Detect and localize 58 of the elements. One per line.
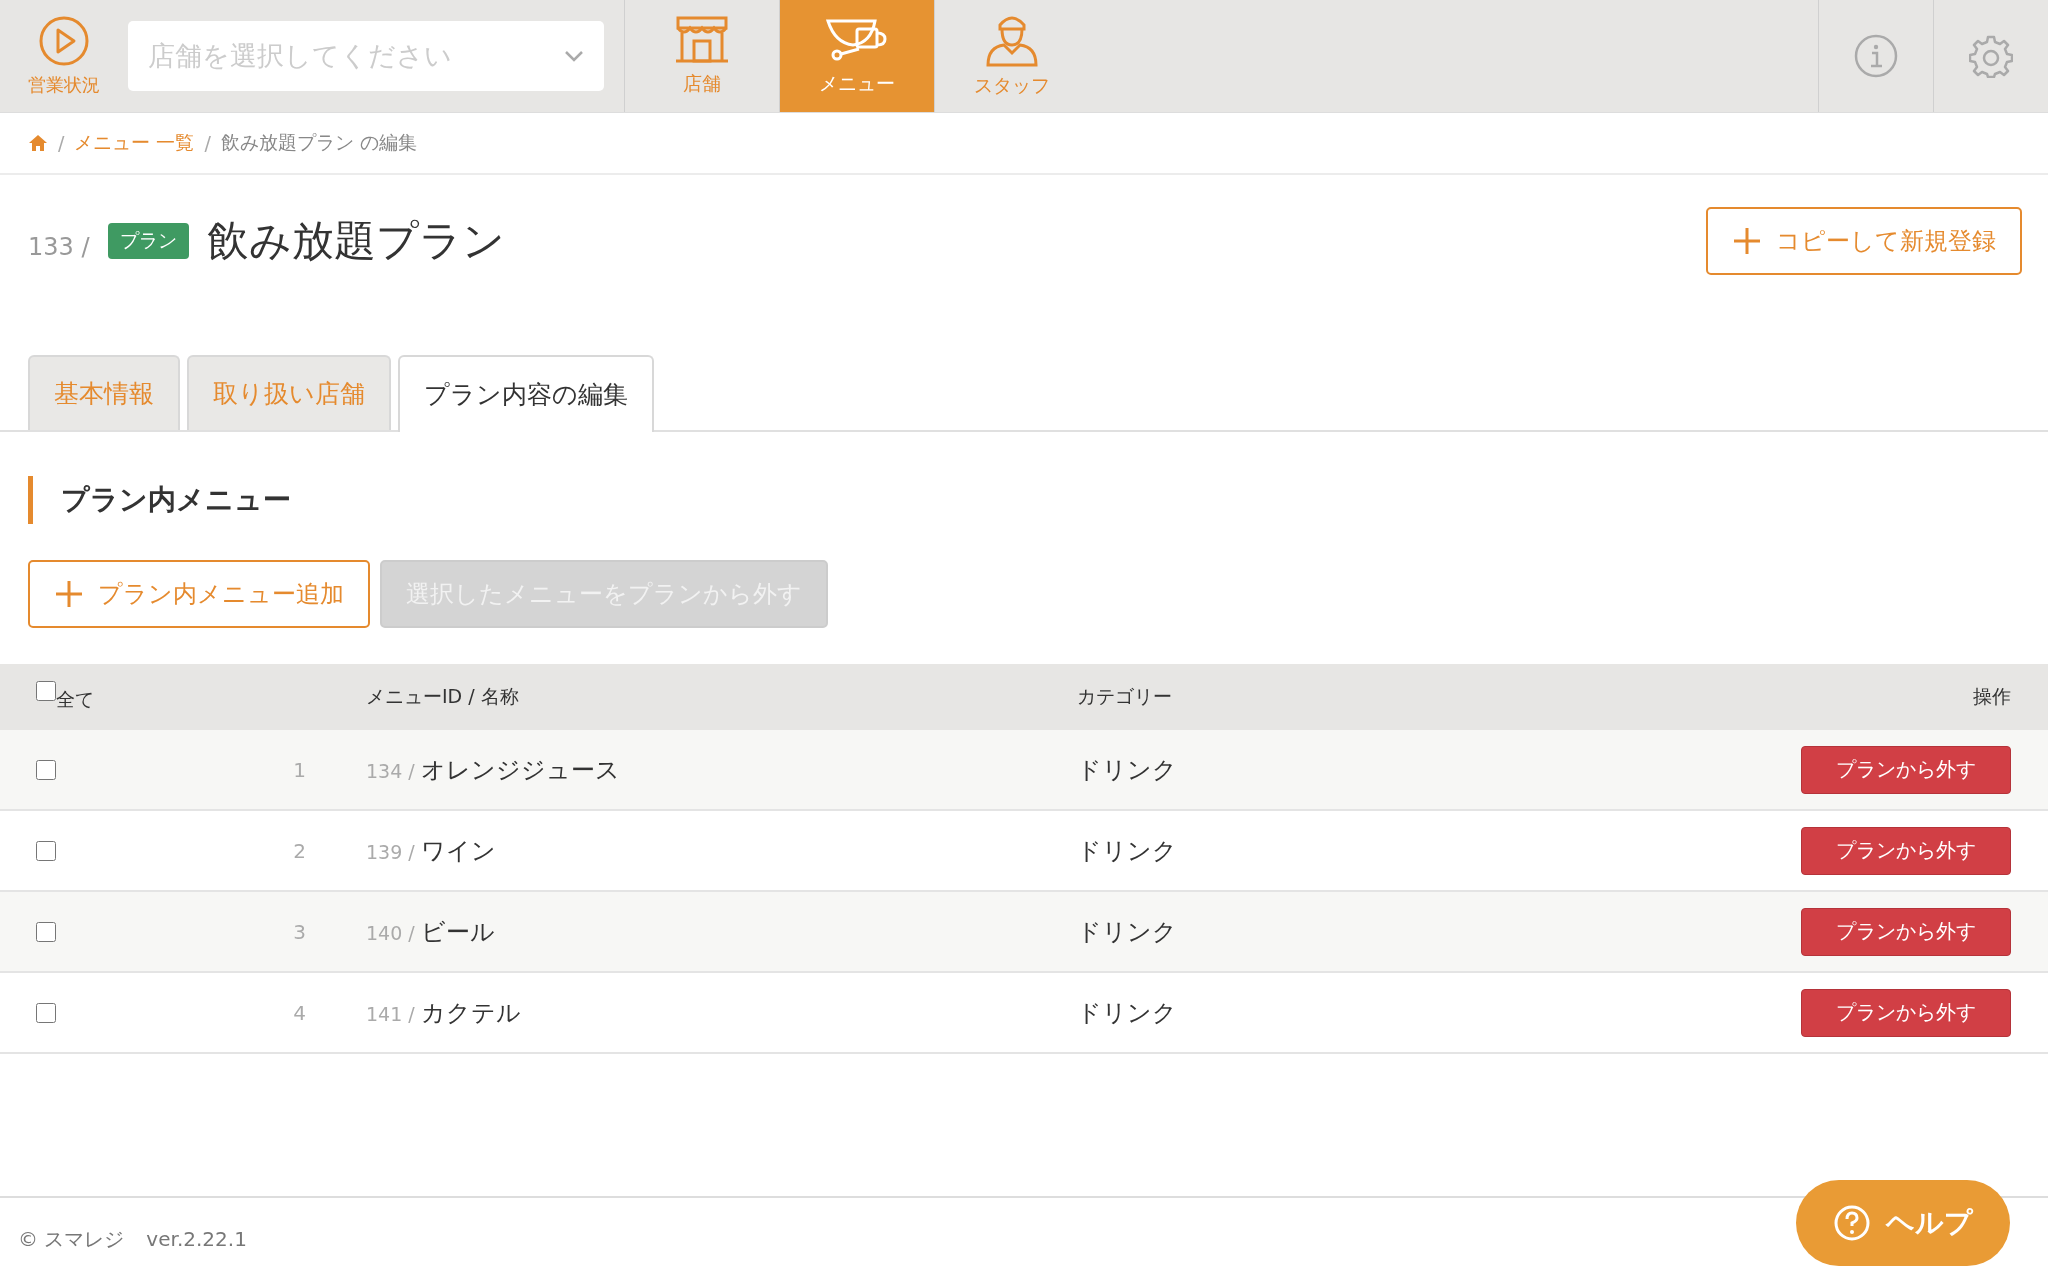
- tab[interactable]: 取り扱い店舗: [187, 355, 391, 430]
- section-title: プラン内メニュー: [28, 476, 2020, 524]
- menu-id: 141 /: [366, 1002, 415, 1025]
- copyright-text: © スマレジ: [18, 1225, 125, 1253]
- nav-tab[interactable]: 店舗: [624, 0, 779, 112]
- help-button[interactable]: ヘルプ: [1796, 1180, 2010, 1266]
- column-header: カテゴリー: [1077, 685, 1172, 707]
- version-text: ver.2.22.1: [146, 1227, 247, 1251]
- breadcrumb-current: 飲み放題プラン の編集: [220, 130, 417, 155]
- plus-icon: [54, 579, 84, 609]
- row-number: 1: [293, 757, 306, 782]
- remove-from-plan-button[interactable]: プランから外す: [1801, 745, 2011, 794]
- add-menu-button[interactable]: プラン内メニュー追加: [28, 560, 370, 628]
- nav-tab[interactable]: メニュー: [779, 0, 934, 112]
- nav-tab[interactable]: スタッフ: [934, 0, 1089, 112]
- breadcrumb-link[interactable]: メニュー 一覧: [74, 130, 195, 156]
- column-header: メニューID / 名称: [366, 684, 519, 709]
- home-icon[interactable]: [28, 134, 48, 152]
- chevron-down-icon: [564, 50, 584, 62]
- tab[interactable]: プラン内容の編集: [398, 355, 654, 432]
- storefront-icon: [674, 15, 730, 65]
- remove-from-plan-button[interactable]: プランから外す: [1801, 988, 2011, 1037]
- breadcrumb-separator: /: [204, 132, 211, 154]
- menu-name: ワイン: [420, 835, 496, 867]
- row-number: 2: [293, 838, 306, 863]
- row-number: 3: [293, 919, 306, 944]
- column-header: 操作: [1973, 685, 2011, 707]
- tab[interactable]: 基本情報: [28, 355, 180, 430]
- question-circle-icon: [1833, 1205, 1870, 1241]
- select-all-checkbox[interactable]: [36, 681, 56, 701]
- row-checkbox[interactable]: [36, 759, 56, 780]
- menu-id: 140 /: [366, 921, 415, 944]
- row-checkbox[interactable]: [36, 1002, 56, 1023]
- menu-name: オレンジジュース: [420, 754, 620, 786]
- play-circle-icon: [38, 15, 90, 67]
- menu-id: 134 /: [366, 759, 415, 782]
- type-badge: プラン: [107, 223, 189, 259]
- select-all-label: 全て: [56, 687, 94, 712]
- remove-from-plan-button[interactable]: プランから外す: [1801, 826, 2011, 875]
- menu-name: ビール: [420, 916, 495, 948]
- remove-from-plan-button[interactable]: プランから外す: [1801, 907, 2011, 956]
- copy-button[interactable]: コピーして新規登録: [1706, 207, 2022, 275]
- breadcrumb-separator: /: [58, 132, 65, 154]
- row-number: 4: [293, 1000, 306, 1025]
- menu-name: カクテル: [420, 997, 521, 1029]
- plus-icon: [1732, 226, 1762, 256]
- info-icon: [1854, 34, 1898, 78]
- settings-icon: [1969, 34, 2013, 78]
- status-label[interactable]: 営業状況: [28, 73, 100, 97]
- category-cell: ドリンク: [1077, 917, 1177, 946]
- plan-id: 133 /: [28, 233, 90, 261]
- page-title: 飲み放題プラン: [206, 215, 505, 267]
- menu-id: 139 /: [366, 840, 415, 863]
- category-cell: ドリンク: [1077, 755, 1177, 784]
- category-cell: ドリンク: [1077, 836, 1177, 865]
- row-checkbox[interactable]: [36, 921, 56, 942]
- row-checkbox[interactable]: [36, 840, 56, 861]
- category-cell: ドリンク: [1077, 998, 1177, 1027]
